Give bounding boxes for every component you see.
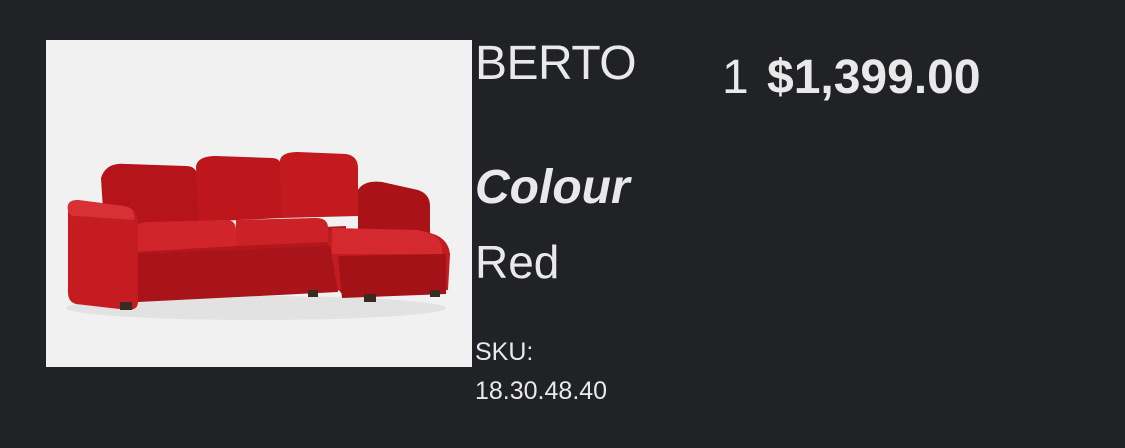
line-price: $1,399.00: [767, 51, 981, 104]
attribute-label: Colour: [475, 161, 630, 214]
product-name[interactable]: BERTO: [475, 38, 637, 90]
product-image[interactable]: [46, 40, 472, 367]
sofa-image: [66, 152, 450, 320]
quantity: 1: [722, 51, 749, 104]
sku-label: SKU:: [475, 338, 534, 366]
sku-value: 18.30.48.40: [475, 377, 608, 405]
cart-line-item: BERTO Colour Red SKU: 18.30.48.40 1 $1,3…: [0, 0, 1125, 448]
attribute-value: Red: [475, 236, 560, 288]
